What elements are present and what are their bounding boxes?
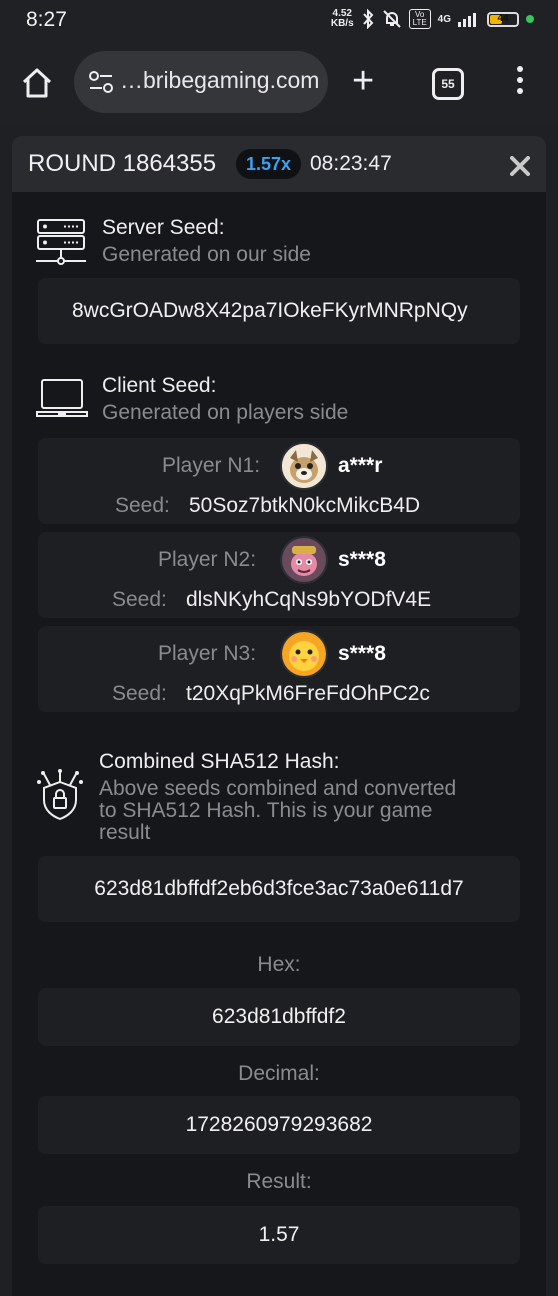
hex-value: 623d81dbffdf2 [38,988,520,1046]
address-bar[interactable]: …bribegaming.com [74,51,328,113]
decimal-value: 1728260979293682 [38,1096,520,1154]
avatar [280,442,328,490]
modal-header: ROUND 1864355 1.57x 08:23:47 [12,136,546,192]
home-icon[interactable] [20,66,54,100]
round-details-modal: ROUND 1864355 1.57x 08:23:47 Server Seed… [12,136,546,1296]
status-icons: 4.52 KB/s Vo LTE 4G 44 [331,9,534,29]
new-tab-button[interactable]: + [352,62,374,100]
server-seed-title: Server Seed: [102,216,225,239]
dog-avatar-icon [282,444,326,488]
server-seed-subtitle: Generated on our side [102,243,311,266]
status-bar: 8:27 4.52 KB/s Vo LTE 4G 44 [0,0,558,44]
client-seed-title: Client Seed: [102,374,217,397]
chick-avatar-icon [282,632,326,676]
network-type: 4G [437,13,451,25]
volte-icon: Vo LTE [408,9,431,29]
round-time: 08:23:47 [310,152,392,175]
player-name: s***8 [338,642,386,665]
player-label: Player N2: [158,548,257,571]
player-label: Player N1: [162,454,261,477]
bluetooth-icon [362,9,374,29]
hash-value: 623d81dbffdf2eb6d3fce3ac73a0e611d7 [38,856,520,922]
player-name: a***r [338,454,383,477]
network-speed: 4.52 KB/s [330,8,354,29]
hash-subtitle-line-2: to SHA512 Hash. This is your game [99,799,433,822]
privacy-indicator [526,15,534,23]
battery-icon: 44 [487,11,519,27]
hash-title: Combined SHA512 Hash: [99,750,340,773]
server-seed-value: 8wcGrOADw8X42pa7IOkeFKyrMNRpNQy [38,278,520,344]
player-seed-value: t20XqPkM6FreFdOhPC2c [186,682,430,705]
round-title: ROUND 1864355 [28,150,217,177]
player-seed-card: Player N2: s***8 Seed: dlsNKyhCqNs9bYODf… [38,532,520,618]
player-label: Player N3: [158,642,257,665]
avatar [280,630,328,678]
player-name: s***8 [338,548,386,571]
seed-label: Seed: [112,682,167,705]
server-icon [36,219,86,265]
monster-avatar-icon [282,538,326,582]
client-seed-subtitle: Generated on players side [102,401,349,424]
laptop-icon [36,379,88,417]
hash-subtitle-line-1: Above seeds combined and converted [99,777,457,800]
tab-switcher-button[interactable]: 55 [432,68,464,100]
browser-toolbar: …bribegaming.com + 55 [0,44,558,124]
status-time: 8:27 [26,8,67,31]
secure-shield-icon [37,769,83,821]
close-icon[interactable] [510,156,530,176]
player-seed-value: 50Soz7btkN0kcMikcB4D [189,494,421,517]
player-seed-card: Player N3: s***8 Seed: t20XqPkM6FreFdOhP… [38,626,520,712]
mute-bell-icon [382,10,401,28]
hash-subtitle-line-3: result [99,821,151,844]
site-settings-icon[interactable] [88,70,114,94]
player-seed-value: dlsNKyhCqNs9bYODfV4E [186,588,432,611]
result-label: Result: [246,1170,312,1193]
hex-label: Hex: [257,953,301,976]
player-seed-card: Player N1: a***r Seed: 50Soz7btkN0kcMikc… [38,438,520,524]
result-value: 1.57 [38,1206,520,1264]
url-text[interactable]: …bribegaming.com [120,67,319,94]
multiplier-badge: 1.57x [236,149,302,179]
more-menu-icon[interactable] [515,66,525,100]
signal-icon [458,13,476,27]
avatar [280,536,328,584]
seed-label: Seed: [115,494,170,517]
seed-label: Seed: [112,588,167,611]
decimal-label: Decimal: [238,1062,320,1085]
